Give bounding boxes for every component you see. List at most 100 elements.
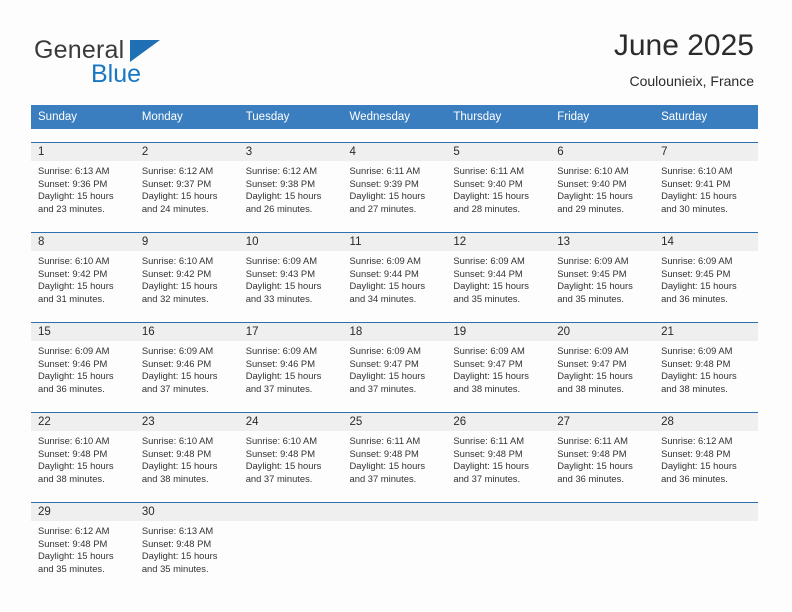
day-number[interactable]: 8 <box>31 233 135 251</box>
day-cell[interactable]: Sunrise: 6:09 AM Sunset: 9:47 PM Dayligh… <box>343 341 447 399</box>
day-cell[interactable]: Sunrise: 6:12 AM Sunset: 9:38 PM Dayligh… <box>239 161 343 219</box>
day-number[interactable]: 18 <box>343 323 447 341</box>
day-cell[interactable]: Sunrise: 6:10 AM Sunset: 9:40 PM Dayligh… <box>550 161 654 219</box>
day-number[interactable]: 24 <box>239 413 343 431</box>
day-number[interactable]: 16 <box>135 323 239 341</box>
day-number[interactable]: 30 <box>135 503 239 521</box>
daylight-text: Daylight: 15 hours <box>661 280 737 292</box>
day-cell[interactable]: Sunrise: 6:13 AM Sunset: 9:36 PM Dayligh… <box>31 161 135 219</box>
daylight-text: Daylight: 15 hours <box>661 370 737 382</box>
day-number[interactable]: 23 <box>135 413 239 431</box>
daylight-text-cont: and 26 minutes. <box>245 202 313 214</box>
day-cell[interactable]: Sunrise: 6:09 AM Sunset: 9:46 PM Dayligh… <box>135 341 239 399</box>
day-cell[interactable]: Sunrise: 6:09 AM Sunset: 9:45 PM Dayligh… <box>654 251 758 309</box>
day-cell[interactable]: Sunrise: 6:11 AM Sunset: 9:48 PM Dayligh… <box>343 431 447 489</box>
day-cell[interactable]: Sunrise: 6:09 AM Sunset: 9:46 PM Dayligh… <box>239 341 343 399</box>
day-number[interactable]: 25 <box>343 413 447 431</box>
day-number[interactable]: 15 <box>31 323 135 341</box>
sunset-text: Sunset: 9:48 PM <box>141 537 212 549</box>
day-cell[interactable]: Sunrise: 6:09 AM Sunset: 9:47 PM Dayligh… <box>446 341 550 399</box>
day-cell[interactable]: Sunrise: 6:11 AM Sunset: 9:48 PM Dayligh… <box>550 431 654 489</box>
day-number[interactable]: 6 <box>550 143 654 161</box>
sunset-text: Sunset: 9:48 PM <box>557 447 627 459</box>
sunset-text: Sunset: 9:42 PM <box>38 267 108 279</box>
daylight-text: Daylight: 15 hours <box>557 370 633 382</box>
sunrise-text: Sunrise: 6:09 AM <box>349 345 421 357</box>
sunset-text: Sunset: 9:46 PM <box>141 357 212 369</box>
day-number[interactable]: 17 <box>239 323 343 341</box>
day-number[interactable]: 11 <box>343 233 447 251</box>
day-number[interactable]: 3 <box>239 143 343 161</box>
daylight-text: Daylight: 15 hours <box>141 190 218 202</box>
day-cell[interactable]: Sunrise: 6:09 AM Sunset: 9:43 PM Dayligh… <box>239 251 343 309</box>
day-number[interactable]: 1 <box>31 143 135 161</box>
day-number[interactable]: 21 <box>654 323 758 341</box>
sunrise-text: Sunrise: 6:09 AM <box>349 255 421 267</box>
day-number[interactable]: 19 <box>446 323 550 341</box>
week-row: 1 2 3 4 5 6 7 Sunrise: 6:13 AM Sunset: 9… <box>31 142 758 220</box>
day-number[interactable]: 13 <box>550 233 654 251</box>
day-number[interactable]: 26 <box>446 413 550 431</box>
daylight-text-cont: and 36 minutes. <box>38 382 105 394</box>
day-number[interactable]: 4 <box>343 143 447 161</box>
day-cell[interactable]: Sunrise: 6:12 AM Sunset: 9:48 PM Dayligh… <box>31 521 135 579</box>
sunrise-text: Sunrise: 6:13 AM <box>38 165 110 177</box>
daylight-text-cont: and 37 minutes. <box>141 382 209 394</box>
day-number[interactable]: 10 <box>239 233 343 251</box>
day-cell[interactable]: Sunrise: 6:09 AM Sunset: 9:44 PM Dayligh… <box>446 251 550 309</box>
sunset-text: Sunset: 9:48 PM <box>453 447 523 459</box>
daylight-text-cont: and 35 minutes. <box>141 562 209 574</box>
day-cell[interactable]: Sunrise: 6:11 AM Sunset: 9:48 PM Dayligh… <box>446 431 550 489</box>
day-cell[interactable]: Sunrise: 6:11 AM Sunset: 9:40 PM Dayligh… <box>446 161 550 219</box>
week-daynumber-band: 15 16 17 18 19 20 21 <box>31 323 758 342</box>
day-cell[interactable]: Sunrise: 6:10 AM Sunset: 9:41 PM Dayligh… <box>654 161 758 219</box>
day-number[interactable]: 9 <box>135 233 239 251</box>
daylight-text: Daylight: 15 hours <box>245 370 322 382</box>
daylight-text: Daylight: 15 hours <box>453 190 529 202</box>
day-cell[interactable]: Sunrise: 6:13 AM Sunset: 9:48 PM Dayligh… <box>135 521 239 579</box>
day-cell[interactable]: Sunrise: 6:09 AM Sunset: 9:47 PM Dayligh… <box>550 341 654 399</box>
day-cell[interactable]: Sunrise: 6:12 AM Sunset: 9:48 PM Dayligh… <box>654 431 758 489</box>
day-number[interactable]: 27 <box>550 413 654 431</box>
day-cell[interactable]: Sunrise: 6:09 AM Sunset: 9:46 PM Dayligh… <box>31 341 135 399</box>
sunrise-text: Sunrise: 6:13 AM <box>141 525 214 537</box>
sunrise-text: Sunrise: 6:11 AM <box>349 165 421 177</box>
day-cell[interactable]: Sunrise: 6:09 AM Sunset: 9:44 PM Dayligh… <box>343 251 447 309</box>
daylight-text: Daylight: 15 hours <box>349 280 426 292</box>
day-cell[interactable]: Sunrise: 6:09 AM Sunset: 9:48 PM Dayligh… <box>654 341 758 399</box>
day-number[interactable]: 20 <box>550 323 654 341</box>
day-cell[interactable]: Sunrise: 6:12 AM Sunset: 9:37 PM Dayligh… <box>135 161 239 219</box>
daylight-text-cont: and 38 minutes. <box>557 382 624 394</box>
daylight-text: Daylight: 15 hours <box>245 460 322 472</box>
day-cell[interactable]: Sunrise: 6:10 AM Sunset: 9:48 PM Dayligh… <box>135 431 239 489</box>
day-number[interactable]: 7 <box>654 143 758 161</box>
daylight-text-cont: and 23 minutes. <box>38 202 105 214</box>
daylight-text: Daylight: 15 hours <box>141 370 218 382</box>
day-number[interactable]: 5 <box>446 143 550 161</box>
daylight-text-cont: and 38 minutes. <box>38 472 105 484</box>
day-cell[interactable]: Sunrise: 6:10 AM Sunset: 9:48 PM Dayligh… <box>239 431 343 489</box>
day-number[interactable]: 22 <box>31 413 135 431</box>
day-cell[interactable]: Sunrise: 6:09 AM Sunset: 9:45 PM Dayligh… <box>550 251 654 309</box>
sunrise-text: Sunrise: 6:10 AM <box>38 255 110 267</box>
daylight-text-cont: and 37 minutes. <box>245 472 313 484</box>
sunset-text: Sunset: 9:39 PM <box>349 177 419 189</box>
sunset-text: Sunset: 9:48 PM <box>245 447 315 459</box>
day-number[interactable]: 2 <box>135 143 239 161</box>
day-number[interactable]: 29 <box>31 503 135 521</box>
daylight-text-cont: and 35 minutes. <box>453 292 521 304</box>
day-cell[interactable]: Sunrise: 6:11 AM Sunset: 9:39 PM Dayligh… <box>343 161 447 219</box>
weekday-header-monday: Monday <box>141 111 183 123</box>
day-cell[interactable]: Sunrise: 6:10 AM Sunset: 9:48 PM Dayligh… <box>31 431 135 489</box>
day-number[interactable]: 12 <box>446 233 550 251</box>
sunrise-text: Sunrise: 6:11 AM <box>453 435 525 447</box>
day-number[interactable]: 28 <box>654 413 758 431</box>
day-number[interactable]: 14 <box>654 233 758 251</box>
day-cell[interactable]: Sunrise: 6:10 AM Sunset: 9:42 PM Dayligh… <box>135 251 239 309</box>
daylight-text: Daylight: 15 hours <box>661 190 737 202</box>
sunrise-text: Sunrise: 6:09 AM <box>661 345 733 357</box>
daylight-text: Daylight: 15 hours <box>349 190 426 202</box>
day-cell-empty <box>343 521 447 579</box>
generalblue-logo[interactable]: General Blue <box>34 36 214 88</box>
day-cell[interactable]: Sunrise: 6:10 AM Sunset: 9:42 PM Dayligh… <box>31 251 135 309</box>
